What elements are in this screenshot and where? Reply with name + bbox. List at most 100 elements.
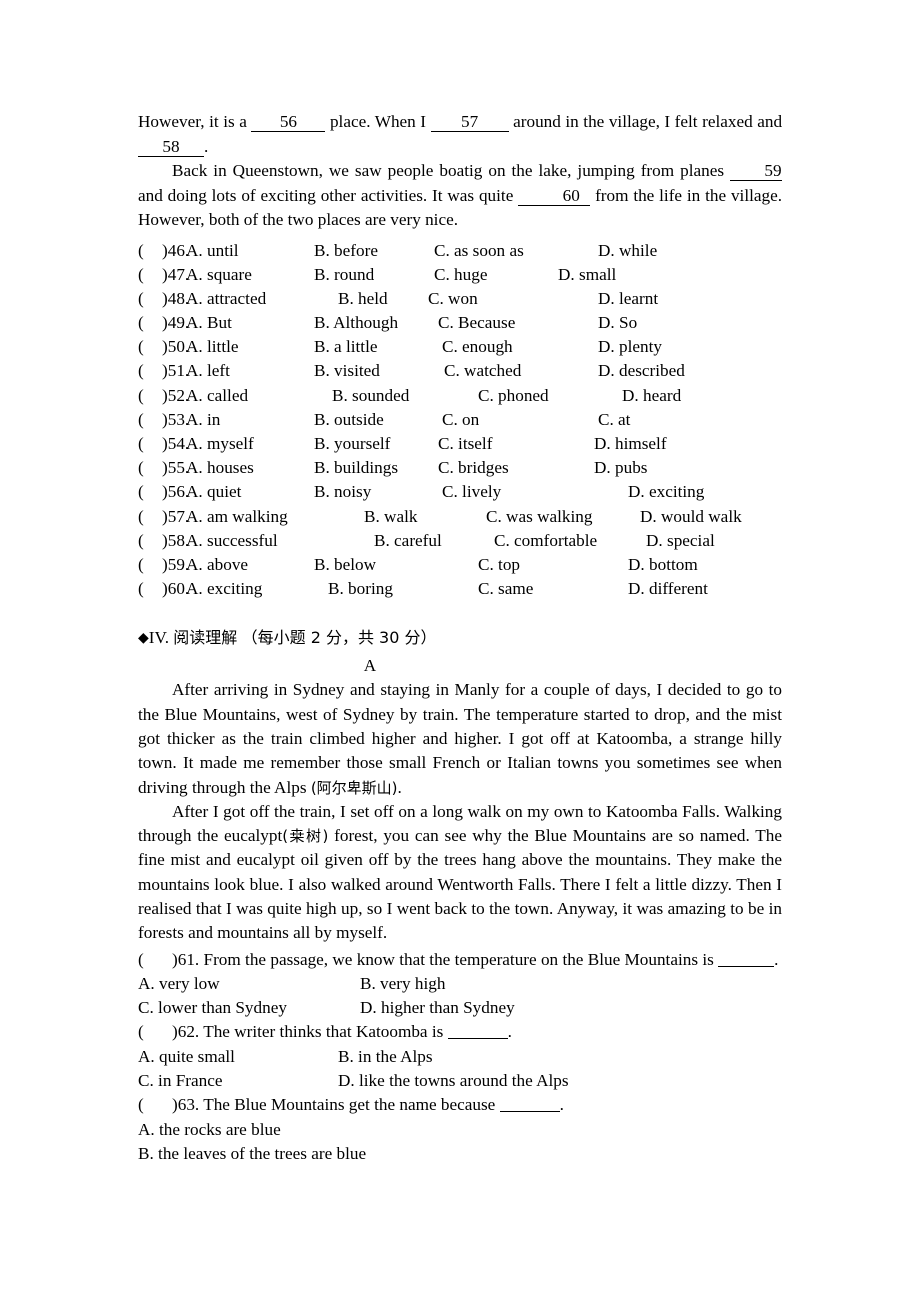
- option-b[interactable]: B. held: [338, 287, 388, 311]
- option-b[interactable]: B. careful: [374, 529, 442, 553]
- cloze-question-row: ()57. A. am walking B. walk C. was walking D…: [138, 505, 782, 529]
- option-d[interactable]: D. described: [598, 359, 685, 383]
- option-d[interactable]: D. special: [646, 529, 715, 553]
- reading-text-1-end: .: [397, 777, 402, 797]
- cloze-question-row: ()53. A. in B. outside C. on C. at: [138, 408, 782, 432]
- option-d[interactable]: D. different: [628, 577, 708, 601]
- option-d[interactable]: D. himself: [594, 432, 667, 456]
- option-c[interactable]: C. comfortable: [494, 529, 597, 553]
- option-a[interactable]: A. left: [186, 359, 230, 383]
- option-b[interactable]: B. noisy: [314, 480, 371, 504]
- answer-bracket[interactable]: (: [138, 359, 144, 383]
- question-period: .: [774, 949, 779, 969]
- option-right[interactable]: D. higher than Sydney: [360, 996, 515, 1020]
- option-d[interactable]: D. plenty: [598, 335, 662, 359]
- option-left[interactable]: C. in France: [138, 1069, 223, 1093]
- option-d[interactable]: D. while: [598, 239, 657, 263]
- option-right[interactable]: B. very high: [360, 972, 445, 996]
- answer-bracket[interactable]: (: [138, 311, 144, 335]
- answer-bracket[interactable]: (: [138, 239, 144, 263]
- option-c[interactable]: C. huge: [434, 263, 487, 287]
- option-d[interactable]: D. So: [598, 311, 637, 335]
- option-a[interactable]: A. exciting: [186, 577, 262, 601]
- option-b[interactable]: B. walk: [364, 505, 417, 529]
- option-a[interactable]: A. attracted: [186, 287, 266, 311]
- option-left[interactable]: A. the rocks are blue: [138, 1118, 281, 1142]
- answer-bracket[interactable]: (: [138, 263, 144, 287]
- option-a[interactable]: A. myself: [186, 432, 254, 456]
- option-c[interactable]: C. won: [428, 287, 478, 311]
- answer-bracket[interactable]: (: [138, 1020, 172, 1044]
- option-a[interactable]: A. little: [186, 335, 239, 359]
- option-left[interactable]: B. the leaves of the trees are blue: [138, 1142, 366, 1166]
- reading-text-1: After arriving in Sydney and staying in …: [138, 680, 782, 797]
- reading-option-row: A. very low B. very high: [138, 972, 782, 996]
- answer-bracket[interactable]: (: [138, 948, 172, 972]
- option-c[interactable]: C. was walking: [486, 505, 592, 529]
- option-b[interactable]: B. Although: [314, 311, 398, 335]
- option-d[interactable]: D. learnt: [598, 287, 658, 311]
- option-b[interactable]: B. yourself: [314, 432, 390, 456]
- option-c[interactable]: C. watched: [444, 359, 521, 383]
- answer-bracket[interactable]: (: [138, 456, 144, 480]
- option-a[interactable]: A. until: [186, 239, 239, 263]
- option-c[interactable]: C. enough: [442, 335, 513, 359]
- option-a[interactable]: A. am walking: [186, 505, 288, 529]
- answer-bracket[interactable]: (: [138, 335, 144, 359]
- answer-bracket[interactable]: (: [138, 384, 144, 408]
- option-b[interactable]: B. buildings: [314, 456, 398, 480]
- reading-option-row: C. lower than Sydney D. higher than Sydne…: [138, 996, 782, 1020]
- question-text: The writer thinks that Katoomba is: [203, 1022, 448, 1042]
- option-d[interactable]: D. small: [558, 263, 616, 287]
- option-right[interactable]: D. like the towns around the Alps: [338, 1069, 569, 1093]
- option-a[interactable]: A. called: [186, 384, 248, 408]
- option-b[interactable]: B. below: [314, 553, 376, 577]
- option-right[interactable]: B. in the Alps: [338, 1045, 433, 1069]
- answer-bracket[interactable]: (: [138, 408, 144, 432]
- option-c[interactable]: C. on: [442, 408, 479, 432]
- option-b[interactable]: B. round: [314, 263, 374, 287]
- option-b[interactable]: B. outside: [314, 408, 384, 432]
- answer-bracket[interactable]: (: [138, 529, 144, 553]
- option-d[interactable]: C. at: [598, 408, 630, 432]
- answer-bracket[interactable]: (: [138, 505, 144, 529]
- option-a[interactable]: A. in: [186, 408, 220, 432]
- cloze-question-row: ()46. A. until B. before C. as soon as D. wh…: [138, 239, 782, 263]
- option-c[interactable]: C. Because: [438, 311, 515, 335]
- option-c[interactable]: C. bridges: [438, 456, 509, 480]
- option-c[interactable]: C. as soon as: [434, 239, 524, 263]
- option-a[interactable]: A. square: [186, 263, 252, 287]
- option-d[interactable]: D. heard: [622, 384, 681, 408]
- option-c[interactable]: C. itself: [438, 432, 492, 456]
- option-left[interactable]: A. quite small: [138, 1045, 235, 1069]
- answer-bracket[interactable]: (: [138, 480, 144, 504]
- answer-bracket[interactable]: (: [138, 577, 144, 601]
- option-left[interactable]: C. lower than Sydney: [138, 996, 287, 1020]
- option-c[interactable]: C. lively: [442, 480, 501, 504]
- answer-bracket[interactable]: (: [138, 553, 144, 577]
- option-c[interactable]: C. top: [478, 553, 520, 577]
- option-b[interactable]: B. visited: [314, 359, 380, 383]
- option-b[interactable]: B. a little: [314, 335, 378, 359]
- option-d[interactable]: D. exciting: [628, 480, 704, 504]
- answer-bracket[interactable]: (: [138, 432, 144, 456]
- answer-bracket[interactable]: (: [138, 1093, 172, 1117]
- option-a[interactable]: A. houses: [186, 456, 254, 480]
- option-c[interactable]: C. same: [478, 577, 533, 601]
- option-d[interactable]: D. bottom: [628, 553, 698, 577]
- option-a[interactable]: A. quiet: [186, 480, 241, 504]
- option-c[interactable]: C. phoned: [478, 384, 549, 408]
- option-b[interactable]: B. boring: [328, 577, 393, 601]
- option-d[interactable]: D. pubs: [594, 456, 647, 480]
- cloze-paragraph-2: Back in Queenstown, we saw people boatig…: [138, 159, 782, 233]
- option-left[interactable]: A. very low: [138, 972, 220, 996]
- option-b[interactable]: B. before: [314, 239, 378, 263]
- option-a[interactable]: A. But: [186, 311, 232, 335]
- option-a[interactable]: A. above: [186, 553, 248, 577]
- option-b[interactable]: B. sounded: [332, 384, 409, 408]
- option-a[interactable]: A. successful: [186, 529, 278, 553]
- answer-bracket[interactable]: (: [138, 287, 144, 311]
- cloze-question-row: ()60. A. exciting B. boring C. same D. diffe…: [138, 577, 782, 601]
- cloze-text-1d: .: [204, 136, 209, 156]
- option-d[interactable]: D. would walk: [640, 505, 742, 529]
